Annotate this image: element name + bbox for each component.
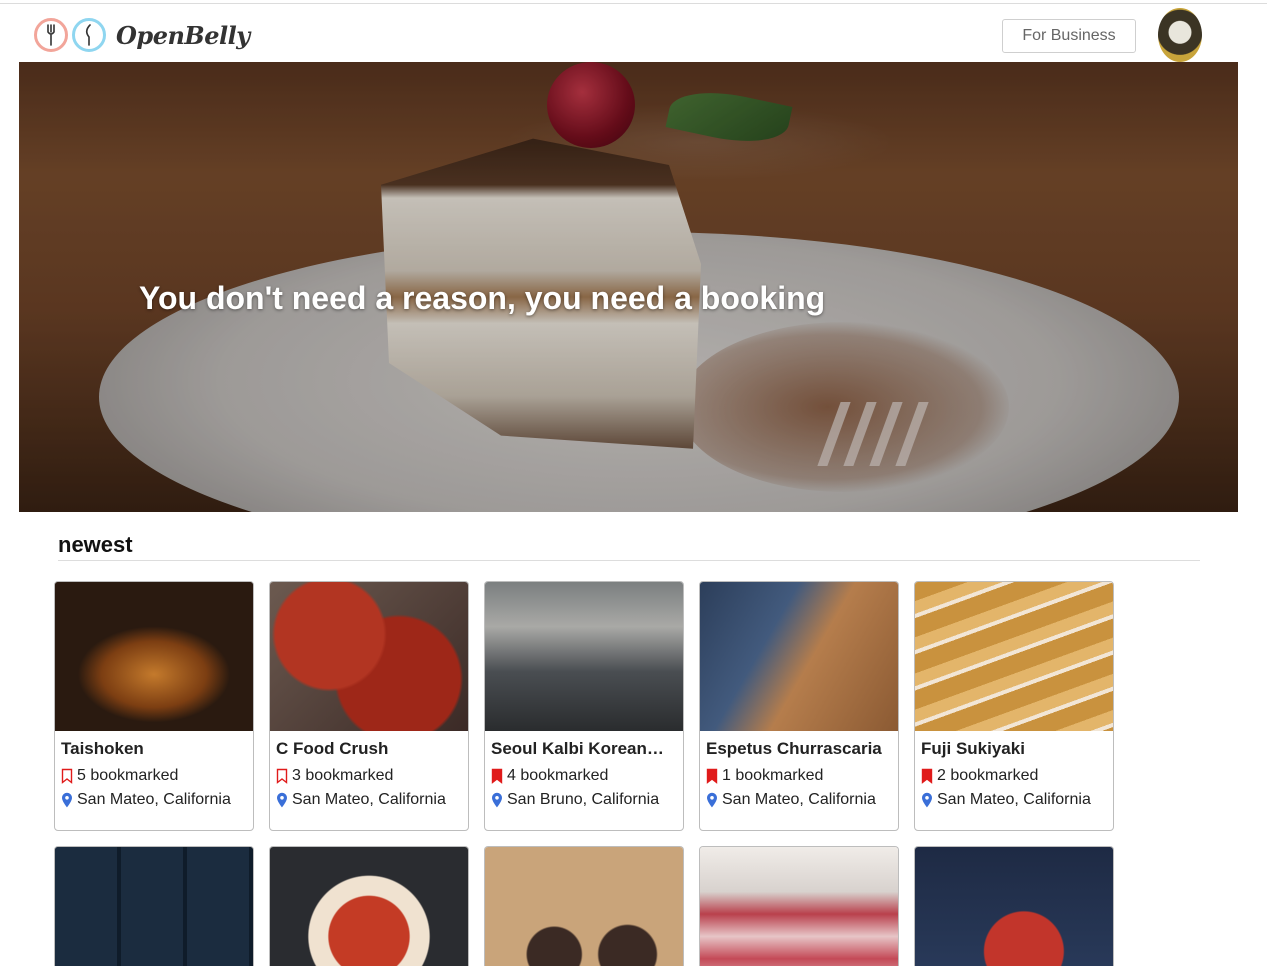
location-row: San Mateo, California xyxy=(276,790,446,810)
bookmark-filled-icon[interactable] xyxy=(706,768,718,784)
bookmark-count: 1 bookmarked xyxy=(722,767,824,784)
map-pin-icon xyxy=(277,792,287,808)
restaurant-card[interactable] xyxy=(54,846,254,966)
restaurant-photo[interactable] xyxy=(700,582,898,731)
map-pin-icon xyxy=(62,792,72,808)
restaurant-name[interactable]: Seoul Kalbi Korean… xyxy=(491,739,679,759)
restaurant-name[interactable]: Espetus Churrascaria xyxy=(706,739,894,759)
restaurant-photo[interactable] xyxy=(915,582,1113,731)
bookmark-filled-icon[interactable] xyxy=(491,768,503,784)
bookmark-outline-icon[interactable] xyxy=(276,768,288,784)
restaurant-photo[interactable] xyxy=(485,582,683,731)
restaurant-photo[interactable] xyxy=(485,847,683,966)
restaurant-card[interactable] xyxy=(484,846,684,966)
for-business-button[interactable]: For Business xyxy=(1002,19,1136,53)
bookmark-filled-icon[interactable] xyxy=(921,768,933,784)
bookmark-outline-icon[interactable] xyxy=(61,768,73,784)
header: OpenBelly For Business xyxy=(0,4,1267,62)
bookmark-count: 2 bookmarked xyxy=(937,767,1039,784)
bookmark-count-row: 4 bookmarked xyxy=(491,766,608,786)
location-text: San Mateo, California xyxy=(937,791,1091,808)
section-title-newest: newest xyxy=(58,532,133,557)
logo-text: OpenBelly xyxy=(116,20,250,50)
bookmark-count-row: 2 bookmarked xyxy=(921,766,1038,786)
map-pin-icon xyxy=(922,792,932,808)
restaurant-name[interactable]: Taishoken xyxy=(61,739,249,759)
restaurant-card[interactable]: Seoul Kalbi Korean… 4 bookmarked San Bru… xyxy=(484,581,684,831)
location-row: San Mateo, California xyxy=(706,790,876,810)
location-row: San Bruno, California xyxy=(491,790,659,810)
location-text: San Mateo, California xyxy=(722,791,876,808)
restaurant-name[interactable]: C Food Crush xyxy=(276,739,464,759)
restaurant-photo[interactable] xyxy=(270,847,468,966)
location-text: San Mateo, California xyxy=(292,791,446,808)
logo[interactable]: OpenBelly xyxy=(34,14,250,56)
restaurant-photo[interactable] xyxy=(700,847,898,966)
bookmark-count-row: 5 bookmarked xyxy=(61,766,178,786)
restaurant-photo[interactable] xyxy=(55,582,253,731)
knife-icon xyxy=(72,18,106,52)
map-pin-icon xyxy=(492,792,502,808)
bookmark-count: 3 bookmarked xyxy=(292,767,394,784)
bookmark-count-row: 3 bookmarked xyxy=(276,766,393,786)
restaurant-photo[interactable] xyxy=(915,847,1113,966)
section-divider xyxy=(58,560,1200,561)
bookmark-count: 5 bookmarked xyxy=(77,767,179,784)
restaurant-name[interactable]: Fuji Sukiyaki xyxy=(921,739,1109,759)
restaurant-card[interactable]: C Food Crush 3 bookmarked San Mateo, Cal… xyxy=(269,581,469,831)
hero-title: You don't need a reason, you need a book… xyxy=(139,280,826,316)
restaurant-card[interactable]: Taishoken 5 bookmarked San Mateo, Califo… xyxy=(54,581,254,831)
restaurant-card[interactable] xyxy=(699,846,899,966)
restaurant-card[interactable]: Fuji Sukiyaki 2 bookmarked San Mateo, Ca… xyxy=(914,581,1114,831)
restaurant-photo[interactable] xyxy=(270,582,468,731)
fork-icon xyxy=(34,18,68,52)
user-avatar[interactable] xyxy=(1158,8,1202,62)
bookmark-count: 4 bookmarked xyxy=(507,767,609,784)
restaurant-card[interactable] xyxy=(269,846,469,966)
location-text: San Bruno, California xyxy=(507,791,660,808)
location-row: San Mateo, California xyxy=(61,790,231,810)
location-row: San Mateo, California xyxy=(921,790,1091,810)
hero-banner: You don't need a reason, you need a book… xyxy=(19,62,1238,512)
restaurant-card[interactable]: Espetus Churrascaria 1 bookmarked San Ma… xyxy=(699,581,899,831)
location-text: San Mateo, California xyxy=(77,791,231,808)
restaurant-card[interactable] xyxy=(914,846,1114,966)
map-pin-icon xyxy=(707,792,717,808)
bookmark-count-row: 1 bookmarked xyxy=(706,766,823,786)
restaurant-photo[interactable] xyxy=(55,847,253,966)
